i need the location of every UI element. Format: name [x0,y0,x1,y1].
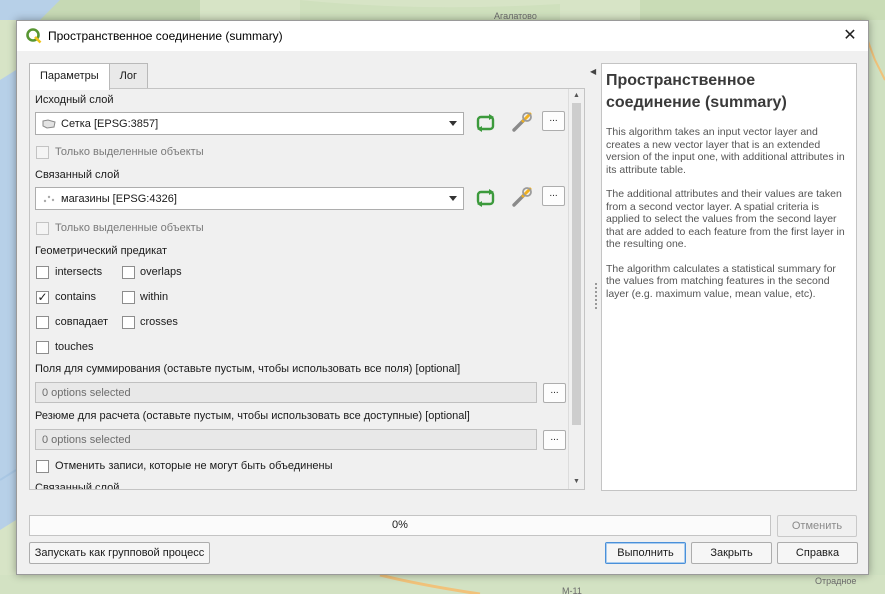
close-icon[interactable]: ✕ [840,26,860,46]
predicate-overlaps-label: overlaps [140,266,182,278]
summaries-value: 0 options selected [42,433,131,446]
join-layer-label: Связанный слой [35,169,120,181]
map-label-road: M-11 [562,586,582,594]
wrench-settings-icon[interactable] [510,110,534,134]
tab-parameters[interactable]: Параметры [29,63,110,90]
scrollbar-thumb[interactable] [572,103,581,425]
fields-browse-button[interactable]: ... [543,383,566,403]
iterate-refresh-icon[interactable] [474,111,498,135]
source-selected-only-checkbox[interactable] [36,146,49,159]
source-layer-label: Исходный слой [35,94,114,106]
cancel-button[interactable]: Отменить [777,515,857,537]
source-layer-select[interactable]: Сетка [EPSG:3857] [35,112,464,135]
scroll-down-icon[interactable]: ▼ [569,475,584,489]
predicate-equals-checkbox[interactable] [36,316,49,329]
iterate-refresh-icon[interactable] [474,186,498,210]
close-button[interactable]: Закрыть [691,542,772,564]
predicate-within-label: within [140,291,169,303]
help-paragraph: This algorithm takes an input vector lay… [606,126,845,176]
dialog-title: Пространственное соединение (summary) [48,29,283,43]
chevron-down-icon [449,196,457,201]
summaries-browse-button[interactable]: ... [543,430,566,450]
chevron-down-icon [449,121,457,126]
predicate-crosses-checkbox[interactable] [122,316,135,329]
source-layer-value: Сетка [EPSG:3857] [61,117,159,130]
join-layer-browse-button[interactable]: ... [542,186,565,206]
parameters-panel: Исходный слой Сетка [EPSG:3857] ... Толь… [29,88,585,490]
qgis-logo-icon [26,28,42,44]
tab-log[interactable]: Лог [108,63,148,89]
predicate-equals-label: совпадает [55,316,108,328]
predicate-overlaps-checkbox[interactable] [122,266,135,279]
predicate-intersects-checkbox[interactable] [36,266,49,279]
predicate-crosses-label: crosses [140,316,178,328]
predicate-contains-label: contains [55,291,96,303]
collapse-help-icon[interactable]: ◀ [590,67,596,76]
parameters-scrollbar[interactable]: ▲ ▼ [568,89,584,489]
predicate-touches-label: touches [55,341,94,353]
polygon-layer-icon [42,118,56,129]
progress-bar: 0% [29,515,771,536]
run-button[interactable]: Выполнить [605,542,686,564]
joined-layer-output-label: Связанный слой [35,482,120,490]
tab-bar: Параметры Лог [29,63,148,90]
fields-select[interactable]: 0 options selected [35,382,537,403]
help-paragraph: The additional attributes and their valu… [606,188,845,250]
predicate-touches-checkbox[interactable] [36,341,49,354]
title-bar[interactable]: Пространственное соединение (summary) ✕ [17,21,868,51]
predicate-label: Геометрический предикат [35,245,168,257]
help-panel: Пространственное соединение (summary) Th… [601,63,857,491]
progress-text: 0% [392,519,408,531]
help-paragraph: The algorithm calculates a statistical s… [606,262,836,300]
predicate-intersects-label: intersects [55,266,103,278]
map-label-otradnoe: Отрадное [815,576,857,586]
splitter-handle[interactable] [595,283,597,309]
spatial-join-dialog: Пространственное соединение (summary) ✕ … [16,20,869,575]
join-selected-only-label: Только выделенные объекты [55,222,204,234]
fields-value: 0 options selected [42,386,131,399]
wrench-settings-icon[interactable] [510,185,534,209]
run-as-batch-button[interactable]: Запускать как групповой процесс [29,542,210,564]
discard-nonmatching-checkbox[interactable] [36,460,49,473]
help-title: Пространственное соединение (summary) [606,72,787,111]
point-layer-icon [43,195,55,202]
summaries-label: Резюме для расчета (оставьте пустым, что… [35,410,470,422]
source-selected-only-label: Только выделенные объекты [55,146,204,158]
summaries-select[interactable]: 0 options selected [35,429,537,450]
join-layer-select[interactable]: магазины [EPSG:4326] [35,187,464,210]
predicate-contains-checkbox[interactable]: ✓ [36,291,49,304]
scroll-up-icon[interactable]: ▲ [569,89,584,103]
join-layer-value: магазины [EPSG:4326] [61,192,177,205]
help-button[interactable]: Справка [777,542,858,564]
join-selected-only-checkbox[interactable] [36,222,49,235]
predicate-within-checkbox[interactable] [122,291,135,304]
discard-nonmatching-label: Отменить записи, которые не могут быть о… [55,460,333,472]
fields-label: Поля для суммирования (оставьте пустым, … [35,363,461,375]
source-layer-browse-button[interactable]: ... [542,111,565,131]
